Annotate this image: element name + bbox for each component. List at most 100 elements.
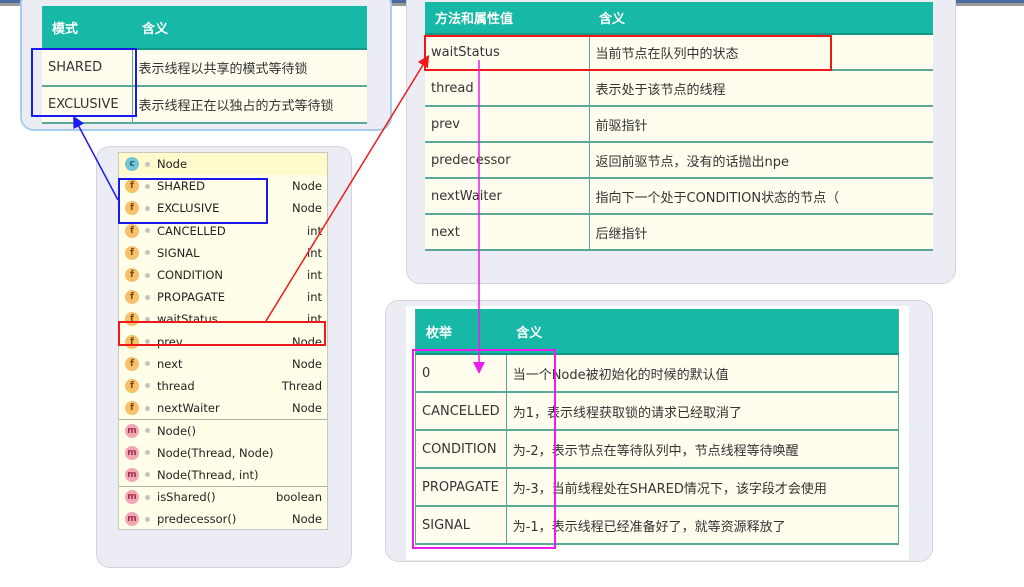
visibility-dot-icon xyxy=(145,472,150,478)
structure-member-row[interactable]: m Node(Thread, int) xyxy=(119,464,327,486)
method-icon: m xyxy=(125,445,139,460)
member-type: int xyxy=(307,268,322,283)
structure-member-row[interactable]: f next Node xyxy=(119,353,327,375)
meaning-cell: 前驱指针 xyxy=(589,106,933,143)
class-icon: c xyxy=(125,157,139,172)
method-header-name: 方法和属性值 xyxy=(425,2,589,35)
table-row: waitStatus 当前节点在队列中的状态 xyxy=(425,34,933,71)
visibility-dot-icon xyxy=(145,516,150,522)
member-type: Node xyxy=(291,201,322,216)
structure-member-row[interactable]: f PROPAGATE int xyxy=(119,286,327,308)
meaning-cell: 表示线程以共享的模式等待锁 xyxy=(132,49,367,87)
meaning-cell: 表示线程正在以独占的方式等待锁 xyxy=(132,86,367,124)
mode-cell: EXCLUSIVE xyxy=(42,86,133,124)
member-name: SIGNAL xyxy=(157,245,200,260)
visibility-dot-icon xyxy=(145,494,150,500)
table-row: SIGNAL 为-1，表示线程已经准备好了，就等资源释放了 xyxy=(415,506,899,545)
field-icon: f xyxy=(125,312,139,327)
enum-header-meaning: 含义 xyxy=(506,309,899,355)
structure-class-row[interactable]: c Node xyxy=(119,153,327,176)
method-icon: m xyxy=(125,490,139,505)
method-icon: m xyxy=(125,467,139,482)
member-name: Node(Thread, int) xyxy=(157,467,259,482)
structure-member-row[interactable]: f prev Node xyxy=(119,331,327,353)
structure-member-row[interactable]: f thread Thread xyxy=(119,375,327,397)
visibility-dot-icon xyxy=(145,383,150,389)
structure-member-row[interactable]: m Node(Thread, Node) xyxy=(119,441,327,463)
visibility-dot-icon xyxy=(145,228,150,234)
table-row: EXCLUSIVE 表示线程正在以独占的方式等待锁 xyxy=(42,86,367,124)
member-name: CANCELLED xyxy=(157,223,226,238)
table-row: thread 表示处于该节点的线程 xyxy=(425,70,933,107)
field-icon: f xyxy=(125,401,139,416)
name-cell: waitStatus xyxy=(425,34,590,71)
visibility-dot-icon xyxy=(145,272,150,278)
table-row: PROPAGATE 为-3，当前线程处在SHARED情况下，该字段才会使用 xyxy=(415,468,899,507)
member-name: CONDITION xyxy=(157,268,224,283)
structure-member-row[interactable]: m predecessor() Node xyxy=(119,508,327,530)
method-header-meaning: 含义 xyxy=(589,2,933,35)
field-icon: f xyxy=(125,334,139,349)
table-row: 0 当一个Node被初始化的时候的默认值 xyxy=(415,354,899,393)
class-name: Node xyxy=(157,157,188,172)
structure-member-row[interactable]: f SHARED Node xyxy=(119,175,327,197)
structure-member-row[interactable]: f nextWaiter Node xyxy=(119,397,327,419)
name-cell: nextWaiter xyxy=(425,178,590,215)
enum-name-cell: CONDITION xyxy=(415,430,507,469)
name-cell: thread xyxy=(425,70,590,107)
structure-member-row[interactable]: f CANCELLED int xyxy=(119,220,327,242)
member-name: predecessor() xyxy=(157,512,237,527)
method-table: 方法和属性值 含义 waitStatus 当前节点在队列中的状态 thread 表示… xyxy=(425,2,933,251)
table-row: next 后继指针 xyxy=(425,214,933,251)
method-icon: m xyxy=(125,423,139,438)
member-type: Node xyxy=(291,512,322,527)
meaning-cell: 后继指针 xyxy=(589,214,933,251)
field-icon: f xyxy=(125,245,139,260)
visibility-dot-icon xyxy=(145,294,150,300)
table-row: SHARED 表示线程以共享的模式等待锁 xyxy=(42,49,367,87)
structure-member-row[interactable]: f CONDITION int xyxy=(119,264,327,286)
structure-members: f SHARED Node f EXCLUSIVE Node f CANCELLED int f S… xyxy=(119,175,327,530)
member-type: Node xyxy=(291,334,322,349)
structure-member-row[interactable]: m Node() xyxy=(119,419,327,441)
structure-member-row[interactable]: f SIGNAL int xyxy=(119,242,327,264)
member-name: Node(Thread, Node) xyxy=(157,445,274,460)
visibility-dot-icon xyxy=(145,161,150,167)
mode-cell: SHARED xyxy=(42,49,133,87)
table-row: CANCELLED 为1，表示线程获取锁的请求已经取消了 xyxy=(415,392,899,431)
member-type: Node xyxy=(291,179,322,194)
field-icon: f xyxy=(125,378,139,393)
meaning-cell: 当前节点在队列中的状态 xyxy=(589,34,933,71)
meaning-cell: 返回前驱节点，没有的话抛出npe xyxy=(589,142,933,179)
field-icon: f xyxy=(125,268,139,283)
table-row: CONDITION 为-2，表示节点在等待队列中，节点线程等待唤醒 xyxy=(415,430,899,469)
structure-member-row[interactable]: f waitStatus int xyxy=(119,308,327,330)
visibility-dot-icon xyxy=(145,428,150,434)
table-row: predecessor 返回前驱节点，没有的话抛出npe xyxy=(425,142,933,179)
enum-name-cell: CANCELLED xyxy=(415,392,507,431)
member-name: nextWaiter xyxy=(157,401,220,416)
enum-name-cell: PROPAGATE xyxy=(415,468,507,507)
enum-name-cell: SIGNAL xyxy=(415,506,507,545)
mode-header-meaning: 含义 xyxy=(132,6,367,50)
meaning-cell: 表示处于该节点的线程 xyxy=(589,70,933,107)
member-name: prev xyxy=(157,334,183,349)
enum-meaning-cell: 为-2，表示节点在等待队列中，节点线程等待唤醒 xyxy=(506,430,899,469)
mode-header-mode: 模式 xyxy=(42,6,132,50)
member-name: SHARED xyxy=(157,179,205,194)
member-type: Node xyxy=(291,401,322,416)
member-name: Node() xyxy=(157,423,196,438)
enum-name-cell: 0 xyxy=(415,354,507,393)
visibility-dot-icon xyxy=(145,205,150,211)
member-name: isShared() xyxy=(157,490,216,505)
member-type: int xyxy=(307,312,322,327)
structure-member-row[interactable]: f EXCLUSIVE Node xyxy=(119,197,327,219)
structure-member-row[interactable]: m isShared() boolean xyxy=(119,485,327,508)
enum-table: 枚举 含义 0 当一个Node被初始化的时候的默认值 CANCELLED 为1，表示… xyxy=(415,309,899,545)
visibility-dot-icon xyxy=(145,405,150,411)
member-name: next xyxy=(157,356,183,371)
field-icon: f xyxy=(125,223,139,238)
field-icon: f xyxy=(125,356,139,371)
enum-meaning-cell: 当一个Node被初始化的时候的默认值 xyxy=(506,354,899,393)
member-name: waitStatus xyxy=(157,312,218,327)
